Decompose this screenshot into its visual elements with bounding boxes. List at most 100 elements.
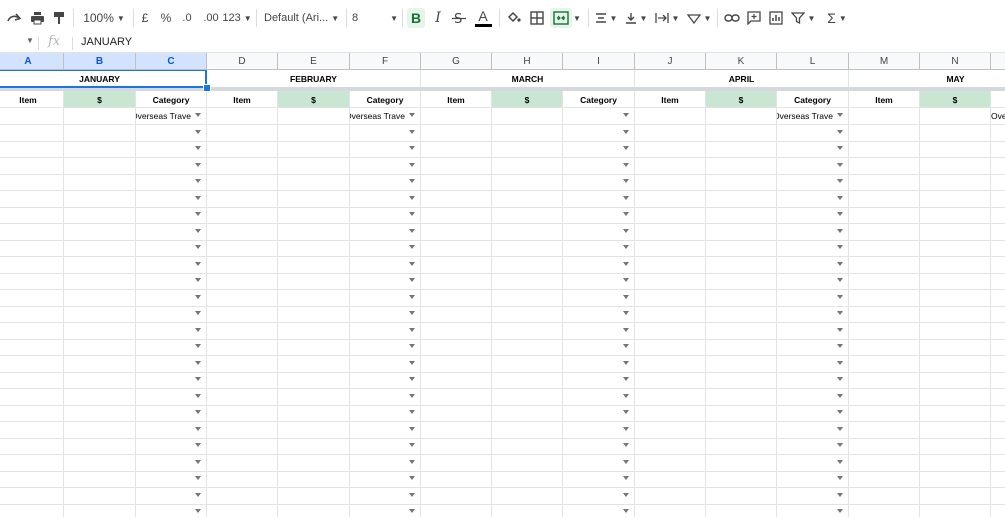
data-cell[interactable] — [635, 471, 706, 488]
category-dropdown-cell[interactable] — [350, 422, 421, 439]
column-header-a[interactable]: A — [0, 53, 64, 70]
dropdown-arrow-icon[interactable] — [409, 427, 415, 431]
data-cell[interactable] — [0, 141, 64, 158]
data-cell[interactable] — [278, 471, 350, 488]
data-cell[interactable] — [635, 372, 706, 389]
category-dropdown-cell[interactable] — [777, 257, 849, 274]
data-cell[interactable] — [492, 191, 563, 208]
dropdown-arrow-icon[interactable] — [623, 196, 629, 200]
data-cell[interactable] — [278, 438, 350, 455]
category-dropdown-cell[interactable] — [777, 488, 849, 505]
data-cell[interactable] — [421, 389, 492, 406]
data-cell[interactable] — [991, 455, 1005, 472]
redo-icon[interactable] — [4, 8, 24, 28]
data-cell[interactable] — [278, 356, 350, 373]
fill-color-icon[interactable] — [505, 8, 523, 28]
data-cell[interactable] — [991, 356, 1005, 373]
data-cell[interactable] — [706, 158, 777, 175]
month-title-april[interactable]: APRIL — [635, 70, 849, 88]
data-cell[interactable] — [64, 207, 136, 224]
data-cell[interactable] — [706, 290, 777, 307]
category-dropdown-cell[interactable] — [777, 504, 849, 517]
category-dropdown-cell[interactable] — [136, 290, 207, 307]
data-cell[interactable] — [706, 224, 777, 241]
data-cell[interactable] — [421, 471, 492, 488]
data-cell[interactable] — [991, 488, 1005, 505]
data-cell[interactable] — [920, 438, 991, 455]
data-cell[interactable] — [421, 438, 492, 455]
data-cell[interactable] — [492, 323, 563, 340]
data-cell[interactable] — [920, 422, 991, 439]
column-header-next[interactable] — [991, 53, 1005, 70]
data-cell[interactable] — [706, 372, 777, 389]
data-cell[interactable] — [421, 174, 492, 191]
data-cell[interactable] — [207, 191, 278, 208]
data-cell[interactable] — [278, 323, 350, 340]
category-dropdown-cell[interactable] — [350, 504, 421, 517]
category-dropdown-cell[interactable] — [563, 356, 635, 373]
font-family-select[interactable]: Default (Ari... ▼ — [264, 8, 342, 28]
dropdown-arrow-icon[interactable] — [623, 229, 629, 233]
category-dropdown-cell[interactable] — [777, 306, 849, 323]
data-cell[interactable] — [991, 125, 1005, 142]
category-dropdown-cell[interactable] — [136, 356, 207, 373]
item-header-april[interactable]: Item — [635, 91, 706, 108]
category-dropdown-cell[interactable] — [350, 339, 421, 356]
category-dropdown-cell[interactable] — [136, 240, 207, 257]
amount-header-february[interactable]: $ — [278, 91, 350, 108]
data-cell[interactable] — [635, 158, 706, 175]
dropdown-arrow-icon[interactable] — [623, 410, 629, 414]
data-cell[interactable] — [492, 405, 563, 422]
data-cell[interactable] — [706, 422, 777, 439]
data-cell[interactable] — [64, 422, 136, 439]
data-cell[interactable] — [920, 455, 991, 472]
data-cell[interactable] — [0, 125, 64, 142]
dropdown-arrow-icon[interactable] — [623, 146, 629, 150]
data-cell[interactable] — [991, 240, 1005, 257]
insert-comment-icon[interactable] — [745, 8, 763, 28]
insert-link-icon[interactable] — [723, 8, 741, 28]
font-size-select[interactable]: 8 ▼ — [352, 8, 398, 28]
dropdown-arrow-icon[interactable] — [623, 443, 629, 447]
data-cell[interactable] — [421, 158, 492, 175]
data-cell[interactable] — [278, 125, 350, 142]
data-cell[interactable] — [278, 257, 350, 274]
category-dropdown-cell[interactable] — [136, 224, 207, 241]
data-cell[interactable] — [421, 108, 492, 125]
category-dropdown-cell[interactable] — [136, 257, 207, 274]
data-cell[interactable] — [278, 389, 350, 406]
dropdown-arrow-icon[interactable] — [837, 344, 843, 348]
category-dropdown-cell[interactable] — [136, 141, 207, 158]
data-cell[interactable] — [421, 240, 492, 257]
data-cell[interactable] — [278, 224, 350, 241]
data-cell[interactable] — [0, 191, 64, 208]
data-cell[interactable] — [207, 339, 278, 356]
dropdown-arrow-icon[interactable] — [195, 460, 201, 464]
data-cell[interactable] — [849, 158, 920, 175]
dropdown-arrow-icon[interactable] — [195, 179, 201, 183]
data-cell[interactable] — [706, 356, 777, 373]
category-dropdown-cell[interactable] — [777, 240, 849, 257]
dropdown-arrow-icon[interactable] — [623, 509, 629, 513]
data-cell[interactable] — [421, 290, 492, 307]
data-cell[interactable] — [635, 207, 706, 224]
print-icon[interactable] — [27, 8, 47, 28]
zoom-select[interactable]: 100% ▼ — [80, 8, 128, 28]
percent-button[interactable]: % — [159, 8, 173, 28]
data-cell[interactable] — [207, 438, 278, 455]
dropdown-arrow-icon[interactable] — [837, 427, 843, 431]
category-dropdown-cell[interactable] — [563, 339, 635, 356]
data-cell[interactable] — [635, 339, 706, 356]
data-cell[interactable] — [64, 504, 136, 517]
data-cell[interactable] — [635, 240, 706, 257]
category-dropdown-cell[interactable] — [777, 471, 849, 488]
category-dropdown-cell[interactable] — [563, 158, 635, 175]
column-header-n[interactable]: N — [920, 53, 991, 70]
dropdown-arrow-icon[interactable] — [409, 196, 415, 200]
data-cell[interactable] — [492, 455, 563, 472]
data-cell[interactable] — [849, 207, 920, 224]
dropdown-arrow-icon[interactable] — [195, 163, 201, 167]
data-cell[interactable] — [706, 141, 777, 158]
category-dropdown-cell[interactable] — [563, 455, 635, 472]
data-cell[interactable] — [920, 389, 991, 406]
